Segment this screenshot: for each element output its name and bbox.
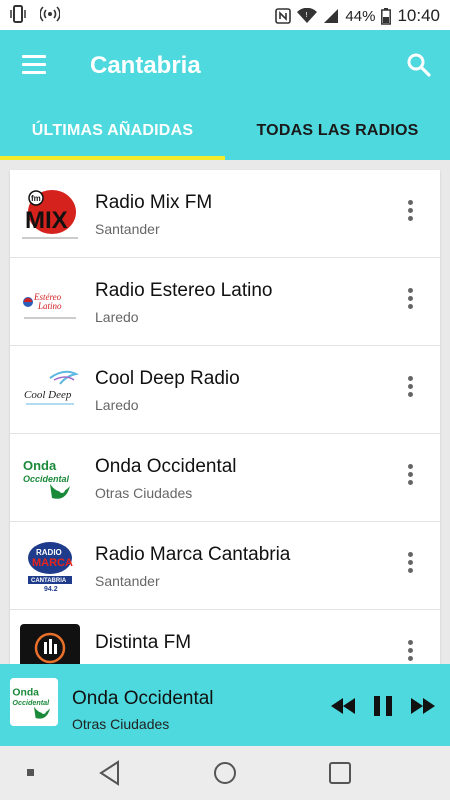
system-nav-bar: [0, 746, 450, 800]
station-name: Onda Occidental: [95, 456, 237, 477]
list-item[interactable]: 89.6 Distinta FM: [10, 610, 440, 664]
signal-icon: [324, 9, 339, 23]
more-vert-icon[interactable]: [402, 552, 418, 580]
search-icon[interactable]: [406, 52, 432, 78]
battery-icon: [381, 7, 392, 25]
station-logo: fm MIX: [20, 184, 80, 244]
svg-text:MARCA: MARCA: [32, 557, 73, 569]
svg-text:Occidental: Occidental: [23, 474, 70, 484]
station-logo: Cool Deep: [20, 360, 80, 420]
fast-forward-icon[interactable]: [410, 694, 436, 718]
station-logo: 89.6: [20, 624, 80, 664]
list-item[interactable]: RADIO MARCA CANTABRIA 94.2 Radio Marca C…: [10, 522, 440, 610]
recents-dot-icon[interactable]: [26, 768, 36, 778]
more-vert-icon[interactable]: [402, 376, 418, 404]
list-item[interactable]: fm MIX Radio Mix FM Santander: [10, 170, 440, 258]
more-vert-icon[interactable]: [402, 288, 418, 316]
svg-text:Occidental: Occidental: [12, 698, 50, 707]
svg-text:Latino: Latino: [37, 301, 62, 311]
more-vert-icon[interactable]: [402, 200, 418, 228]
now-playing-logo: Onda Occidental: [10, 678, 58, 726]
status-time: 10:40: [397, 6, 440, 25]
now-playing-title: Onda Occidental: [72, 688, 214, 709]
svg-text:RADIO: RADIO: [36, 548, 62, 557]
battery-percent: 44%: [345, 7, 376, 25]
tab-todas-las-radios[interactable]: TODAS LAS RADIOS: [225, 100, 450, 160]
station-name: Radio Mix FM: [95, 192, 213, 213]
list-item[interactable]: Estéreo Latino Radio Estereo Latino Lare…: [10, 258, 440, 346]
nfc-icon: [275, 8, 292, 24]
svg-text:94.2: 94.2: [44, 586, 58, 593]
hotspot-icon: [40, 6, 60, 22]
station-logo: RADIO MARCA CANTABRIA 94.2: [20, 536, 80, 596]
wifi-icon: !: [297, 8, 318, 23]
svg-text:!: !: [305, 11, 308, 19]
station-location: Santander: [95, 221, 160, 237]
station-logo: Onda Occidental: [20, 448, 80, 508]
app-bar: Cantabria ÚLTIMAS AÑADIDAS TODAS LAS RAD…: [0, 30, 450, 160]
station-location: Laredo: [95, 397, 139, 413]
pause-icon[interactable]: [372, 694, 394, 718]
station-logo-text: MIX: [25, 207, 68, 234]
svg-text:fm: fm: [31, 194, 41, 203]
svg-text:Cool Deep: Cool Deep: [24, 389, 72, 401]
station-name: Radio Marca Cantabria: [95, 544, 291, 565]
station-name: Cool Deep Radio: [95, 368, 240, 389]
station-name: Radio Estereo Latino: [95, 280, 273, 301]
now-playing-bar[interactable]: Onda Occidental Onda Occidental Otras Ci…: [0, 664, 450, 746]
list-item[interactable]: Cool Deep Cool Deep Radio Laredo: [10, 346, 440, 434]
station-location: Santander: [95, 573, 160, 589]
page-title: Cantabria: [90, 52, 201, 79]
svg-text:CANTABRIA: CANTABRIA: [31, 578, 67, 584]
back-icon[interactable]: [98, 760, 122, 786]
station-location: Otras Ciudades: [95, 485, 193, 501]
svg-text:Onda: Onda: [12, 688, 39, 699]
station-logo: Estéreo Latino: [20, 272, 80, 332]
status-bar: ! 44% 10:40: [0, 0, 450, 30]
more-vert-icon[interactable]: [402, 464, 418, 492]
tab-bar: ÚLTIMAS AÑADIDAS TODAS LAS RADIOS: [0, 100, 450, 160]
svg-text:Onda: Onda: [23, 458, 57, 473]
tab-ultimas-anadidas[interactable]: ÚLTIMAS AÑADIDAS: [0, 100, 225, 160]
rewind-icon[interactable]: [330, 694, 356, 718]
vibrate-icon: [10, 5, 26, 23]
station-list: fm MIX Radio Mix FM Santander Estéreo La…: [10, 170, 440, 664]
now-playing-subtitle: Otras Ciudades: [72, 716, 170, 732]
station-location: Laredo: [95, 309, 139, 325]
overview-icon[interactable]: [328, 760, 352, 786]
list-item[interactable]: Onda Occidental Onda Occidental Otras Ci…: [10, 434, 440, 522]
more-vert-icon[interactable]: [402, 640, 418, 664]
home-icon[interactable]: [212, 760, 238, 786]
station-name: Distinta FM: [95, 632, 192, 653]
hamburger-menu-icon[interactable]: [22, 55, 48, 75]
